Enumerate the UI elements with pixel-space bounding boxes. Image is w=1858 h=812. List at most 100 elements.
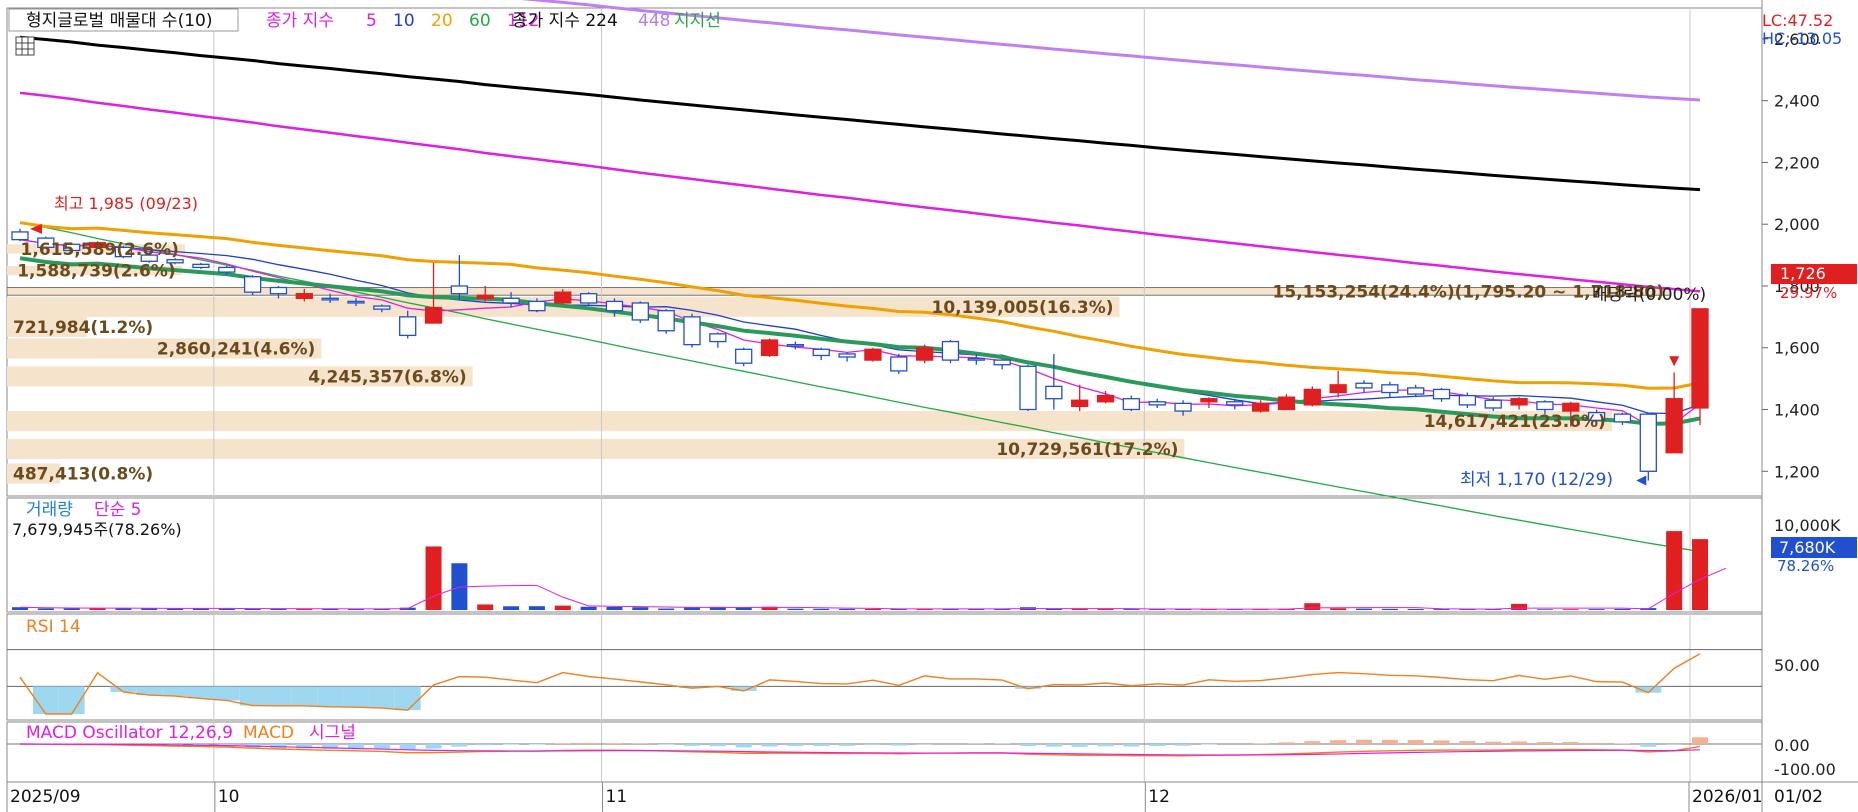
macd-oscillator-bar	[787, 744, 804, 747]
candle-body	[967, 357, 985, 361]
volume-bar	[1045, 608, 1062, 610]
table-icon[interactable]	[15, 36, 35, 56]
right-date-label: 01/02	[1774, 787, 1823, 807]
volume-bar	[477, 604, 494, 610]
macd-oscillator-bar	[477, 744, 494, 746]
volume-profile-label: 1,615,589(2.6%)	[21, 240, 179, 260]
candle-body	[11, 231, 29, 241]
volume-bar	[632, 607, 649, 610]
macd-oscillator-bar	[1562, 742, 1579, 744]
volume-title: 거래량	[26, 500, 73, 520]
candle-body	[554, 291, 572, 304]
legend-ma-period: 20	[431, 11, 453, 31]
candle-body	[864, 348, 882, 361]
macd-oscillator-bar	[761, 744, 778, 747]
macd-oscillator-bar	[1019, 744, 1037, 747]
rsi-oversold-fill	[394, 686, 421, 711]
candle-body	[1355, 382, 1373, 389]
volume-bar	[554, 605, 571, 610]
y-tick-label: 2,000	[1774, 215, 1820, 234]
candle-body	[1691, 308, 1709, 409]
lc-value: LC:47.52	[1762, 11, 1833, 30]
candle-body	[890, 356, 908, 372]
candle-body	[1277, 396, 1296, 411]
macd-oscillator-bar	[399, 744, 416, 750]
candle-body	[579, 293, 598, 304]
volume-bar	[1407, 608, 1424, 610]
macd-oscillator-bar	[373, 744, 390, 749]
candle-body	[1148, 401, 1166, 406]
candle-body	[786, 344, 805, 347]
candle-body	[1458, 394, 1477, 406]
candle-body	[218, 266, 236, 273]
macd-oscillator-bar	[864, 744, 881, 746]
y-tick-label: 1,400	[1774, 401, 1820, 420]
stock-chart[interactable]: 1,615,589(2.6%)1,588,739(2.6%)15,153,254…	[0, 0, 1858, 812]
candle-body	[450, 285, 469, 295]
candle-body	[295, 293, 313, 299]
volume-bar	[787, 608, 804, 610]
panel-frame	[6, 497, 1763, 613]
price-tag: 1,726	[1780, 264, 1826, 283]
volume-bar	[1097, 609, 1114, 610]
macd-oscillator-bar	[580, 742, 597, 744]
rsi-oversold-fill	[291, 686, 318, 706]
candle-body	[1407, 387, 1425, 395]
candle-body	[528, 300, 546, 312]
volume-bar	[1330, 608, 1347, 610]
rsi-title: RSI 14	[26, 617, 81, 637]
candle-body	[1045, 385, 1063, 400]
y-tick-label: 1,200	[1774, 462, 1820, 481]
x-tick-label: 2026/01	[1692, 787, 1763, 807]
low-annotation: 최저 1,170 (12/29)	[1460, 470, 1613, 490]
volume-bar	[63, 608, 80, 610]
volume-bar	[528, 606, 545, 610]
candle-body	[1174, 402, 1192, 412]
candle-body	[760, 339, 779, 357]
rsi-oversold-fill	[317, 686, 344, 707]
macd-oscillator-bar	[1149, 744, 1166, 746]
legend-title: 형지글로벌 매물대 수(10)	[26, 11, 212, 31]
candle-body	[1484, 399, 1502, 409]
volume-bar	[1691, 539, 1709, 610]
volume-bar	[1666, 531, 1683, 610]
x-tick-label: 11	[606, 787, 628, 807]
candle-body	[1251, 402, 1270, 412]
candle-body	[1381, 384, 1399, 394]
macd-oscillator-bar	[1433, 740, 1450, 744]
y-tick-label: 1,600	[1774, 339, 1820, 358]
x-tick-label: 10	[218, 787, 240, 807]
candle-body	[1432, 388, 1451, 400]
y-tick-label: 2,200	[1774, 153, 1820, 172]
candle-body	[321, 297, 339, 301]
candle-body	[1613, 413, 1632, 423]
rsi-tick-label: 50.00	[1774, 656, 1820, 675]
macd-oscillator-bar	[1252, 743, 1269, 744]
x-tick-label: 12	[1148, 787, 1170, 807]
candle-body	[709, 333, 727, 343]
candle-body	[1303, 388, 1321, 406]
volume-bar	[1355, 608, 1373, 610]
candle-body	[476, 294, 494, 299]
candle-body	[399, 316, 417, 337]
rsi-oversold-fill	[188, 686, 214, 699]
macd-oscillator-bar	[813, 744, 830, 747]
candle-body	[993, 359, 1011, 366]
macd-oscillator-bar	[554, 743, 571, 744]
candle-body	[735, 348, 753, 364]
rsi-oversold-fill	[239, 686, 266, 706]
volume-tag-pct: 78.26%	[1777, 557, 1834, 575]
candle-body	[1071, 399, 1089, 408]
legend-ma3-label: 448	[638, 11, 670, 31]
rsi-oversold-fill	[343, 686, 369, 708]
macd-oscillator-bar	[658, 744, 675, 745]
volume-tick-label: 10,000K	[1774, 516, 1841, 535]
candle-body	[812, 348, 830, 357]
dividend-annotation: 배당락(0.00%)	[1592, 285, 1706, 305]
volume-bar	[503, 606, 520, 610]
candle-body	[243, 276, 262, 293]
macd-oscillator-bar	[1278, 742, 1295, 744]
macd-oscillator-bar	[451, 744, 468, 747]
volume-bar	[1123, 609, 1140, 610]
candle-body	[1200, 398, 1218, 403]
